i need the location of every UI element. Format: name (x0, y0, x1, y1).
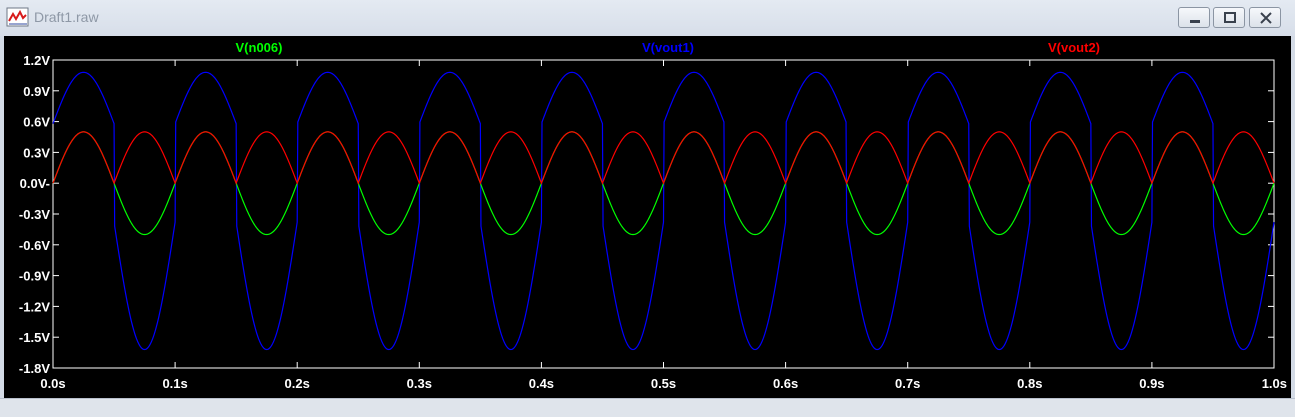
close-button[interactable] (1249, 7, 1281, 28)
minimize-button[interactable] (1178, 7, 1210, 28)
x-tick-label: 0.7s (895, 376, 920, 391)
x-tick-label: 0.0s (40, 376, 65, 391)
waveform-window: Draft1.raw 1.2V 0.9V 0.6V 0.3V 0.0V- -0.3V -0.… (0, 0, 1295, 417)
y-tick-label: -1.8V (19, 361, 50, 376)
waveform-chart[interactable]: 1.2V 0.9V 0.6V 0.3V 0.0V- -0.3V -0.6V -0.9V -1.2… (4, 36, 1291, 398)
y-tick-label: 1.2V (23, 53, 50, 68)
y-tick-label: -0.3V (19, 207, 50, 222)
y-tick-label: -0.6V (19, 238, 50, 253)
y-tick-label: -1.2V (19, 299, 50, 314)
y-tick-label: 0.6V (23, 115, 50, 130)
title-bar[interactable]: Draft1.raw (0, 0, 1295, 36)
window-bottom-edge (0, 398, 1295, 417)
y-tick-label: -1.5V (19, 330, 50, 345)
x-tick-label: 0.5s (651, 376, 676, 391)
y-tick-label: 0.0V- (20, 176, 50, 191)
x-tick-label: 0.3s (407, 376, 432, 391)
legend-entry-1: V(n006) (236, 40, 283, 55)
x-tick-label: 0.2s (285, 376, 310, 391)
minimize-icon (1190, 20, 1200, 23)
x-tick-label: 0.6s (773, 376, 798, 391)
plot-area[interactable]: 1.2V 0.9V 0.6V 0.3V 0.0V- -0.3V -0.6V -0.9V -1.2… (4, 36, 1291, 398)
legend-entry-2: V(vout1) (642, 40, 694, 55)
x-tick-label: 1.0s (1262, 376, 1287, 391)
window-title: Draft1.raw (34, 9, 99, 25)
series-line-v-vout1 (52, 71, 1275, 351)
x-tick-label: 0.9s (1139, 376, 1164, 391)
y-tick-label: 0.3V (23, 145, 50, 160)
maximize-icon (1224, 12, 1236, 23)
y-tick-label: 0.9V (23, 84, 50, 99)
waveform-plot-icon (6, 7, 29, 27)
x-tick-label: 0.4s (529, 376, 554, 391)
close-icon (1260, 12, 1272, 24)
legend-entry-3: V(vout2) (1048, 40, 1100, 55)
x-tick-label: 0.8s (1017, 376, 1042, 391)
x-tick-label: 0.1s (162, 376, 187, 391)
maximize-button[interactable] (1213, 7, 1245, 28)
y-tick-label: -0.9V (19, 269, 50, 284)
